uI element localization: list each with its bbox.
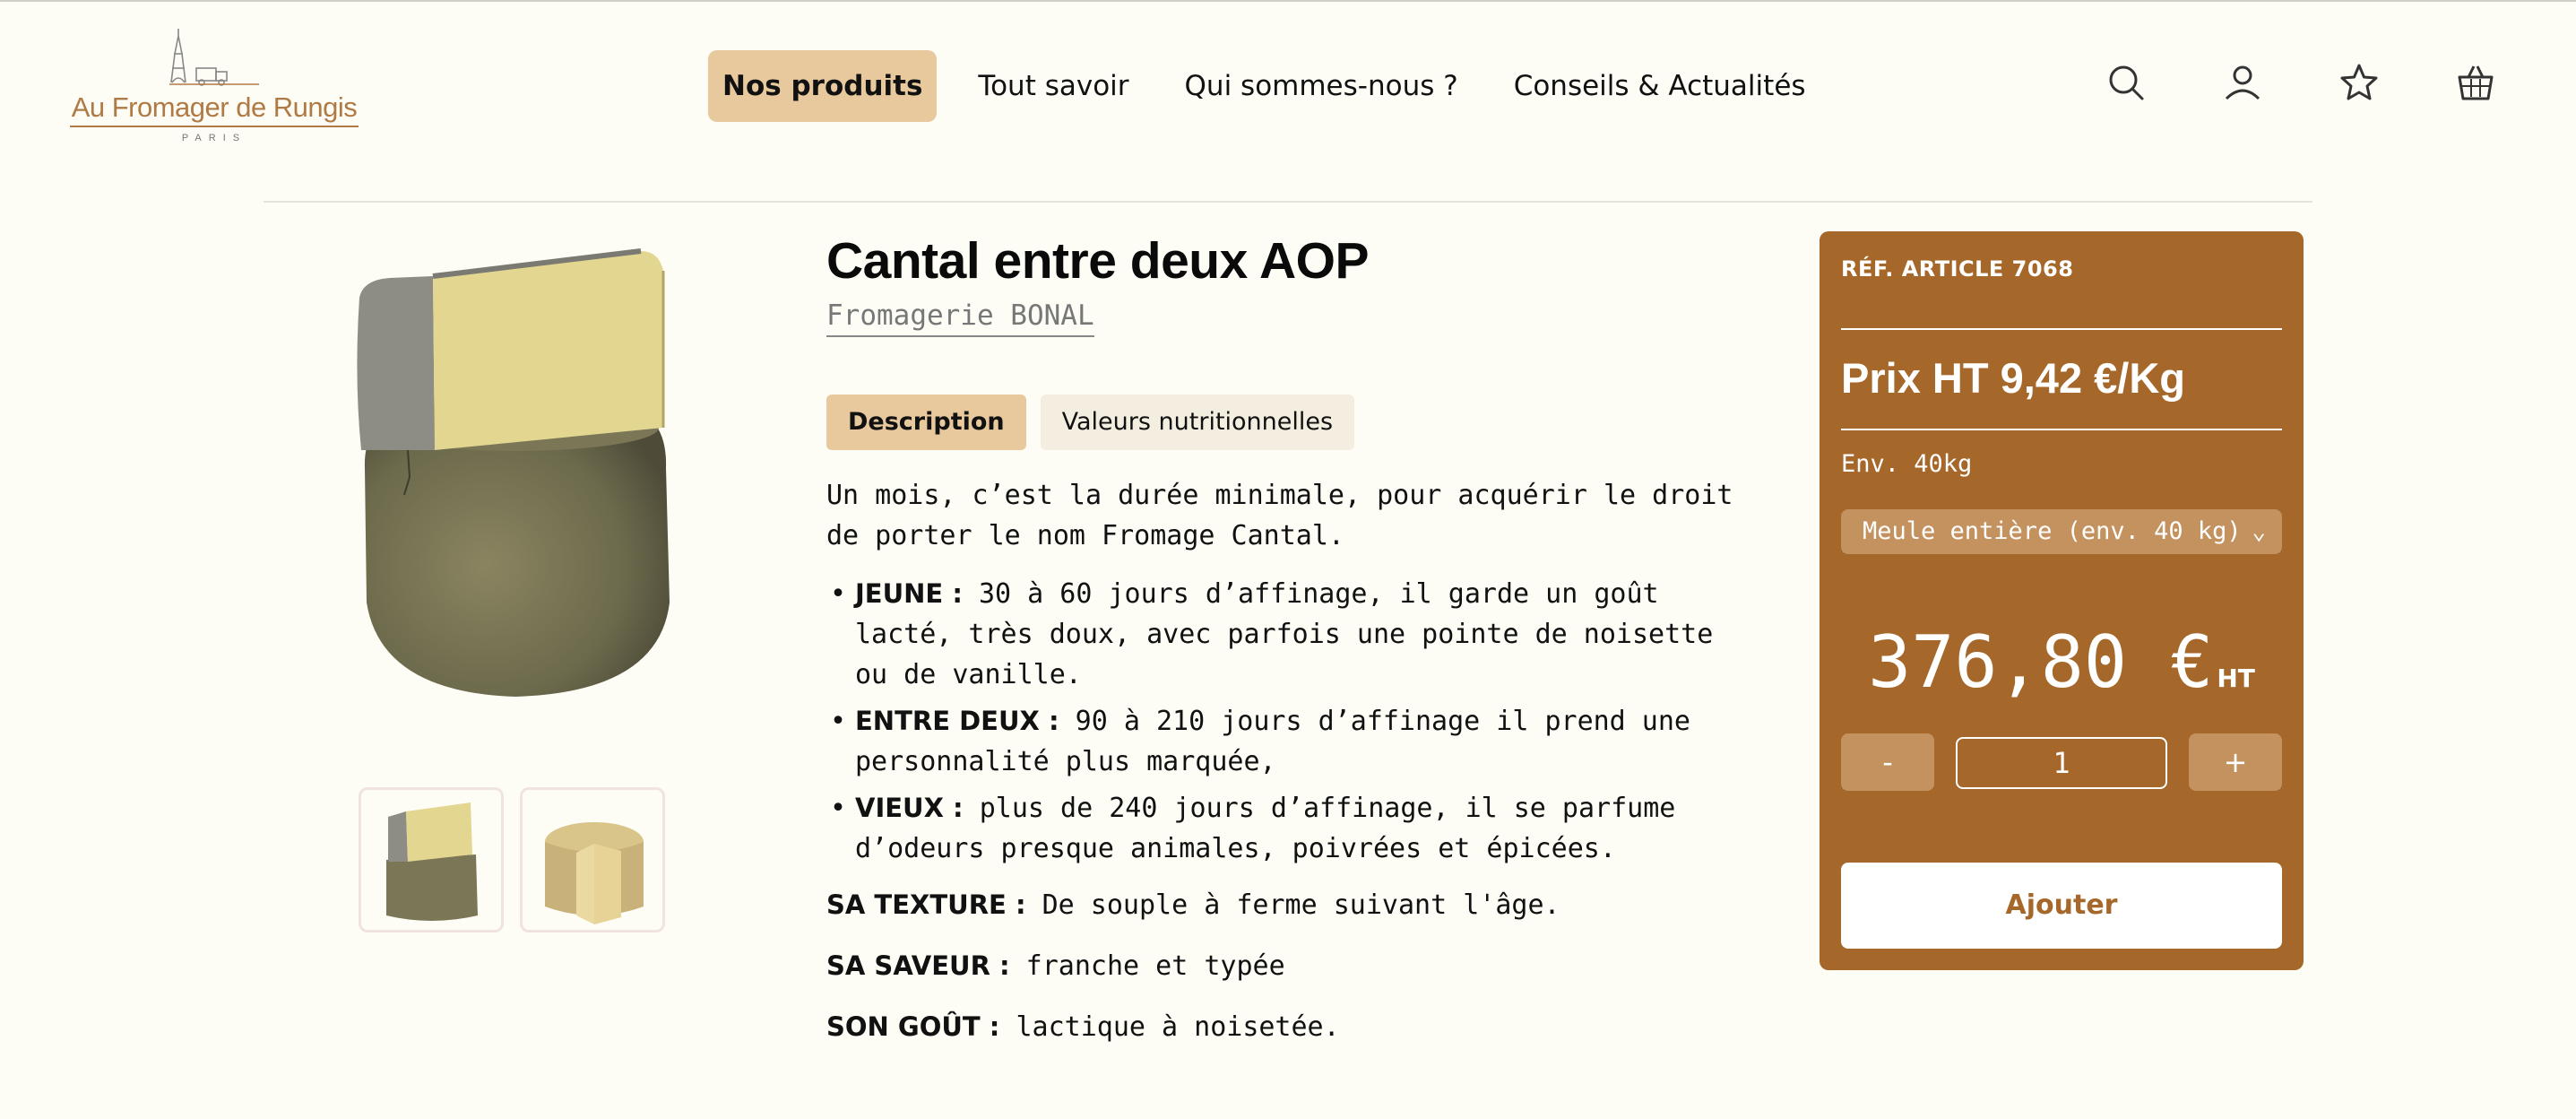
weight-info: Env. 40kg xyxy=(1841,450,1973,478)
thumbnail-image-wheel xyxy=(386,802,478,921)
nav-item-tout-savoir[interactable]: Tout savoir xyxy=(964,50,1143,122)
gout-term: SON GOÛT : xyxy=(826,1011,1000,1042)
quantity-input[interactable]: 1 xyxy=(1956,737,2167,789)
user-icon[interactable] xyxy=(2223,63,2262,102)
list-item: JEUNE : 30 à 60 jours d’affinage, il gar… xyxy=(826,574,1759,695)
header-actions xyxy=(2106,63,2495,102)
total-price-value: 376,80 € xyxy=(1868,620,2214,704)
gout-line: SON GOÛT : lactique à noisetée. xyxy=(826,1007,1759,1047)
total-price-unit: HT xyxy=(2217,664,2255,693)
tab-valeurs-nutritionnelles[interactable]: Valeurs nutritionnelles xyxy=(1040,395,1355,450)
product-image[interactable] xyxy=(354,244,677,701)
total-price: 376,80 € HT xyxy=(1820,620,2304,704)
logo-text: Au Fromager de Rungis xyxy=(71,91,358,123)
purchase-panel: RÉF. ARTICLE 7068 Prix HT 9,42 €/Kg Env.… xyxy=(1820,231,2304,970)
saveur-text: franche et typée xyxy=(1009,950,1285,982)
product-description: Un mois, c’est la durée minimale, pour a… xyxy=(826,475,1759,1068)
star-icon[interactable] xyxy=(2339,63,2379,102)
bullet-term: ENTRE DEUX : xyxy=(855,706,1059,736)
bullet-text: plus de 240 jours d’affinage, il se parf… xyxy=(855,793,1676,864)
panel-divider-top xyxy=(1841,328,2282,330)
format-select[interactable]: Meule entière (env. 40 kg) ⌄ xyxy=(1841,509,2282,554)
basket-icon[interactable] xyxy=(2456,63,2495,102)
gout-text: lactique à noisetée. xyxy=(999,1011,1340,1043)
search-icon[interactable] xyxy=(2106,63,2146,102)
price-per-kg: Prix HT 9,42 €/Kg xyxy=(1841,354,2185,402)
add-to-cart-button[interactable]: Ajouter xyxy=(1841,863,2282,949)
producer-link[interactable]: Fromagerie BONAL xyxy=(826,299,1094,337)
texture-line: SA TEXTURE : De souple à ferme suivant l… xyxy=(826,885,1759,925)
quantity-decrease-button[interactable]: - xyxy=(1841,733,1934,791)
texture-term: SA TEXTURE : xyxy=(826,889,1026,920)
nav-item-conseils-actualites[interactable]: Conseils & Actualités xyxy=(1500,50,1820,122)
product-tabs: Description Valeurs nutritionnelles xyxy=(826,395,1355,450)
bullet-term: JEUNE : xyxy=(855,578,963,609)
saveur-line: SA SAVEUR : franche et typée xyxy=(826,946,1759,986)
quantity-increase-button[interactable]: + xyxy=(2189,733,2282,791)
top-border xyxy=(0,0,2576,2)
list-item: VIEUX : plus de 240 jours d’affinage, il… xyxy=(826,788,1759,869)
nav-item-nos-produits[interactable]: Nos produits xyxy=(708,50,938,122)
panel-divider-bottom xyxy=(1841,429,2282,430)
saveur-term: SA SAVEUR : xyxy=(826,950,1010,981)
thumbnail-image-cut xyxy=(545,822,644,924)
product-title: Cantal entre deux AOP xyxy=(826,232,1370,290)
tab-description[interactable]: Description xyxy=(826,395,1026,450)
main-nav: Nos produits Tout savoir Qui sommes-nous… xyxy=(708,50,1820,122)
description-intro: Un mois, c’est la durée minimale, pour a… xyxy=(826,480,1733,551)
article-reference: RÉF. ARTICLE 7068 xyxy=(1841,256,2074,282)
logo-subtitle: PARIS xyxy=(181,133,247,143)
nav-item-qui-sommes-nous[interactable]: Qui sommes-nous ? xyxy=(1171,50,1473,122)
format-select-value: Meule entière (env. 40 kg) xyxy=(1863,517,2242,545)
header-divider xyxy=(264,201,2312,203)
bullet-term: VIEUX : xyxy=(855,793,964,823)
thumbnail-2[interactable] xyxy=(520,787,665,932)
logo-underline xyxy=(70,126,359,127)
list-item: ENTRE DEUX : 90 à 210 jours d’affinage i… xyxy=(826,701,1759,782)
site-logo[interactable]: Au Fromager de Rungis PARIS xyxy=(66,27,362,143)
chevron-down-icon: ⌄ xyxy=(2252,518,2266,545)
texture-text: De souple à ferme suivant l'âge. xyxy=(1025,889,1560,921)
affinage-list: JEUNE : 30 à 60 jours d’affinage, il gar… xyxy=(826,574,1759,869)
thumbnail-1[interactable] xyxy=(359,787,504,932)
eiffel-tower-icon xyxy=(169,29,259,86)
bullet-text: 30 à 60 jours d’affinage, il garde un go… xyxy=(855,578,1714,690)
